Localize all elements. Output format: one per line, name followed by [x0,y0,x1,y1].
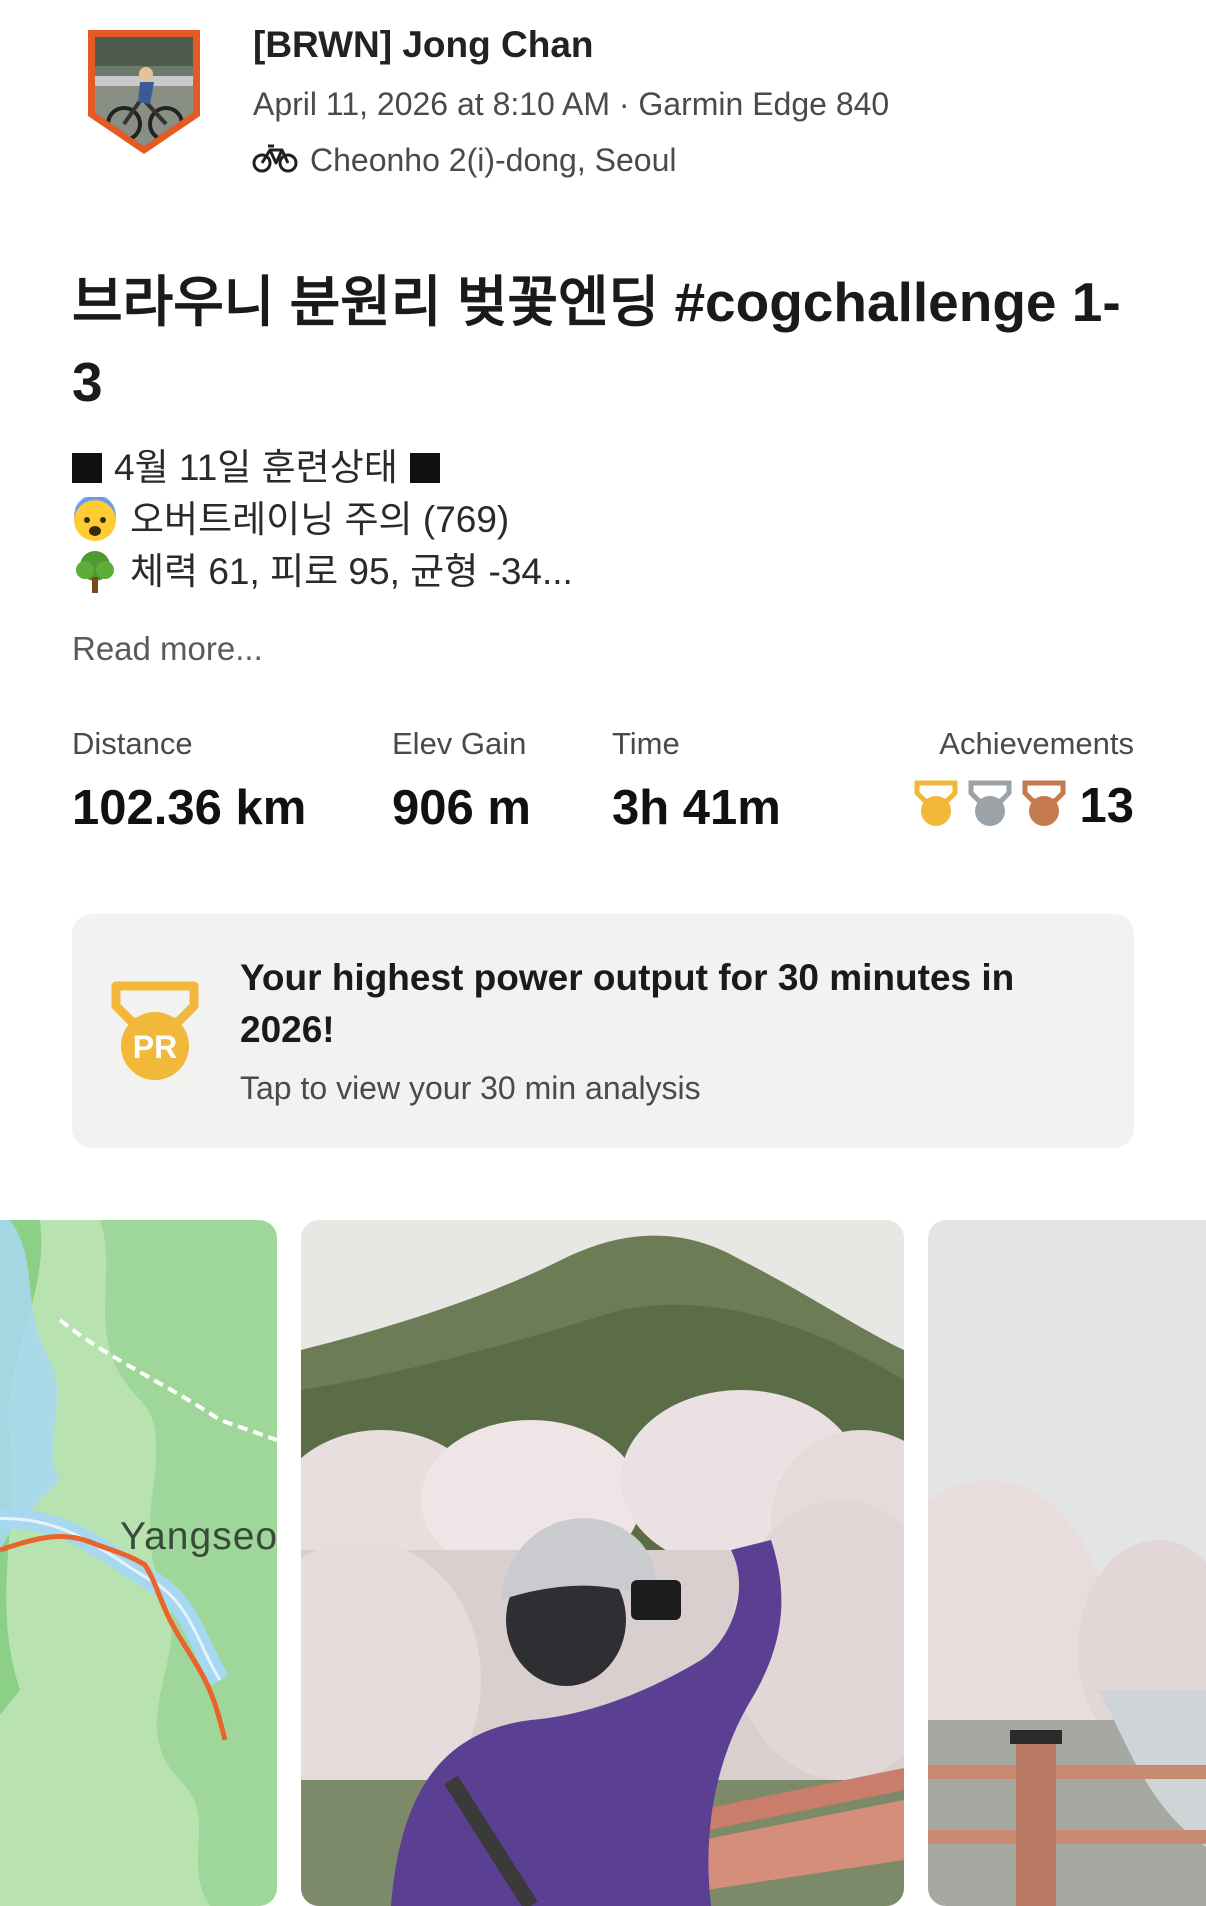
stat-label: Elev Gain [392,726,527,761]
bronze-medal-icon [1021,779,1067,834]
athlete-avatar[interactable] [84,26,204,158]
pr-subtitle: Tap to view your 30 min analysis [240,1070,701,1106]
fearful-face-emoji-icon [72,494,118,543]
stat-value: 906 m [392,781,531,835]
silver-medal-icon [967,779,1013,834]
description-line-1: 4월 11일 훈련상태 [114,447,398,488]
pr-badge-text: PR [133,1029,177,1065]
bike-icon [252,142,298,179]
activity-photo-riverside[interactable] [928,1220,1206,1906]
activity-description: 4월 11일 훈련상태 오버트레이닝 주의 (769) 체력 61, 피로 95… [72,442,573,598]
route-map-thumbnail[interactable]: Yangseo [0,1220,277,1906]
stat-value: 102.36 km [72,781,307,835]
stat-label: Distance [72,726,193,761]
gold-medal-icon [913,779,959,834]
activity-photo-cyclist[interactable] [301,1220,904,1906]
stat-value: 3h 41m [612,781,781,835]
pr-card[interactable]: PR Your highest power output for 30 minu… [72,914,1134,1148]
tree-emoji-icon [72,549,118,595]
stat-distance: Distance 102.36 km [72,726,306,836]
stat-achievements[interactable]: Achievements 13 [913,726,1134,834]
location-text: Cheonho 2(i)-dong, Seoul [310,142,677,178]
pr-medal-icon: PR [110,980,200,1084]
activity-location: Cheonho 2(i)-dong, Seoul [252,142,676,179]
description-line-2: 오버트레이닝 주의 (769) [130,499,510,540]
read-more-link[interactable]: Read more... [72,630,263,668]
achievement-count: 13 [1079,779,1134,833]
stat-time: Time 3h 41m [612,726,781,836]
stat-elev-gain: Elev Gain 906 m [392,726,531,836]
activity-title: 브라우니 분원리 벚꽃엔딩 #cogchallenge 1-3 [72,271,1121,413]
athlete-name[interactable]: [BRWN] Jong Chan [253,24,594,66]
pr-title: Your highest power output for 30 minutes… [240,957,1015,1050]
black-square-icon [72,453,102,483]
map-place-label: Yangseo [120,1515,277,1558]
stat-label: Achievements [939,726,1134,761]
description-line-3: 체력 61, 피로 95, 균형 -34... [130,551,573,592]
activity-meta: April 11, 2026 at 8:10 AM · Garmin Edge … [253,86,890,122]
stat-label: Time [612,726,680,761]
black-square-icon [409,453,440,483]
